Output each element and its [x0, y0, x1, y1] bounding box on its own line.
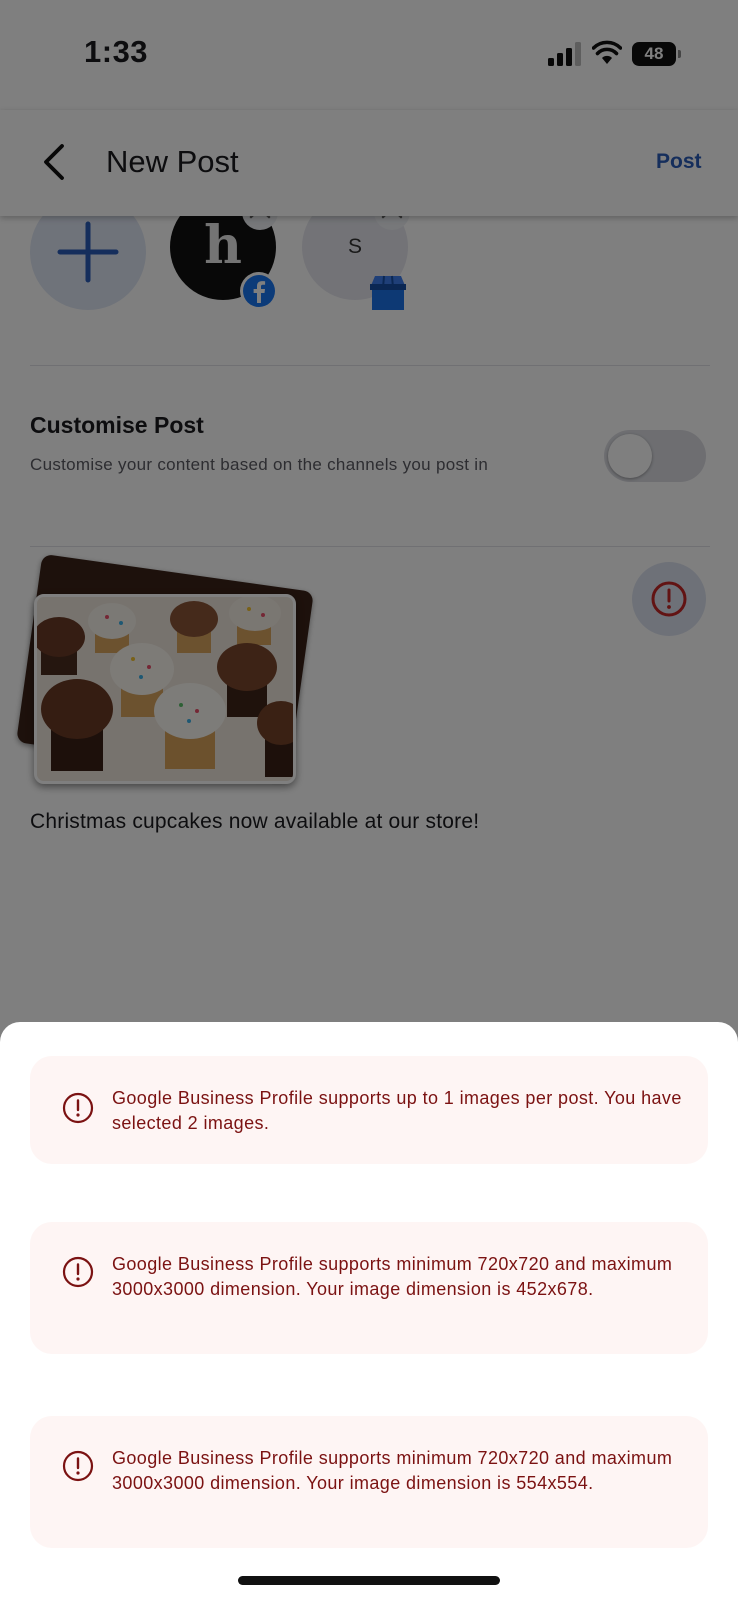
home-indicator[interactable]	[238, 1576, 500, 1585]
error-card: Google Business Profile supports up to 1…	[30, 1056, 708, 1164]
alert-circle-icon	[62, 1450, 94, 1482]
error-message: Google Business Profile supports minimum…	[112, 1448, 673, 1493]
error-message: Google Business Profile supports up to 1…	[112, 1088, 682, 1133]
error-bottom-sheet: Google Business Profile supports up to 1…	[0, 1022, 738, 1600]
error-card: Google Business Profile supports minimum…	[30, 1222, 708, 1354]
alert-circle-icon	[62, 1092, 94, 1124]
error-card: Google Business Profile supports minimum…	[30, 1416, 708, 1548]
alert-circle-icon	[62, 1256, 94, 1288]
error-message: Google Business Profile supports minimum…	[112, 1254, 673, 1299]
